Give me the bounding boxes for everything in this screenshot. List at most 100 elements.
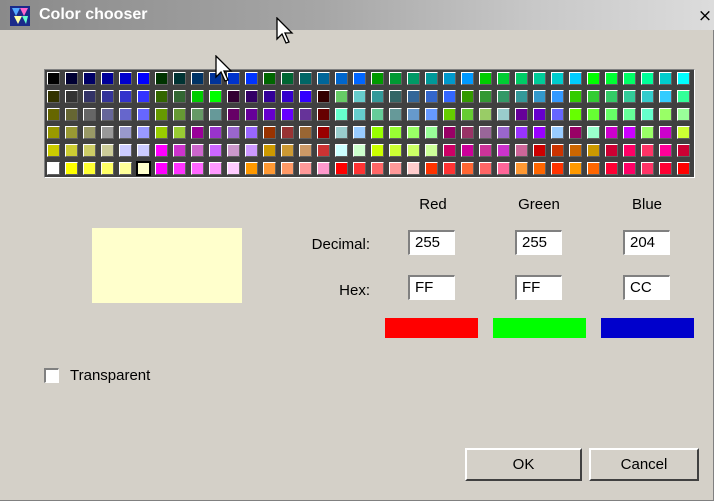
color-swatch[interactable]: [623, 162, 636, 175]
color-swatch[interactable]: [263, 144, 276, 157]
color-swatch[interactable]: [83, 108, 96, 121]
color-swatch[interactable]: [227, 144, 240, 157]
transparent-checkbox[interactable]: [44, 368, 59, 383]
color-swatch[interactable]: [569, 90, 582, 103]
color-swatch[interactable]: [335, 126, 348, 139]
color-swatch[interactable]: [659, 126, 672, 139]
color-swatch[interactable]: [263, 108, 276, 121]
color-swatch[interactable]: [299, 144, 312, 157]
color-swatch[interactable]: [605, 90, 618, 103]
decimal-red-input[interactable]: 255: [408, 230, 455, 255]
color-swatch[interactable]: [587, 126, 600, 139]
color-swatch[interactable]: [191, 72, 204, 85]
color-swatch[interactable]: [533, 90, 546, 103]
color-swatch[interactable]: [497, 126, 510, 139]
color-swatch[interactable]: [65, 126, 78, 139]
color-swatch[interactable]: [155, 90, 168, 103]
color-swatch[interactable]: [173, 90, 186, 103]
color-swatch[interactable]: [533, 162, 546, 175]
color-swatch[interactable]: [389, 144, 402, 157]
color-swatch[interactable]: [155, 72, 168, 85]
ok-button[interactable]: OK: [465, 448, 582, 481]
color-swatch[interactable]: [425, 108, 438, 121]
color-swatch[interactable]: [479, 90, 492, 103]
color-swatch[interactable]: [551, 144, 564, 157]
color-swatch[interactable]: [623, 126, 636, 139]
color-swatch[interactable]: [245, 72, 258, 85]
color-swatch[interactable]: [47, 162, 60, 175]
decimal-green-input[interactable]: 255: [515, 230, 562, 255]
color-swatch[interactable]: [641, 144, 654, 157]
color-swatch[interactable]: [587, 90, 600, 103]
color-swatch[interactable]: [443, 72, 456, 85]
color-swatch[interactable]: [299, 108, 312, 121]
color-swatch[interactable]: [479, 162, 492, 175]
color-swatch[interactable]: [497, 72, 510, 85]
color-swatch[interactable]: [605, 126, 618, 139]
color-swatch[interactable]: [245, 108, 258, 121]
color-swatch[interactable]: [479, 144, 492, 157]
color-swatch[interactable]: [245, 162, 258, 175]
color-swatch[interactable]: [443, 90, 456, 103]
color-swatch[interactable]: [479, 72, 492, 85]
color-swatch[interactable]: [101, 144, 114, 157]
color-swatch[interactable]: [569, 72, 582, 85]
color-swatch[interactable]: [659, 90, 672, 103]
color-swatch[interactable]: [119, 90, 132, 103]
color-swatch[interactable]: [281, 162, 294, 175]
color-swatch[interactable]: [515, 72, 528, 85]
color-swatch[interactable]: [317, 144, 330, 157]
color-swatch[interactable]: [533, 108, 546, 121]
color-swatch[interactable]: [155, 126, 168, 139]
color-swatch[interactable]: [65, 162, 78, 175]
color-swatch[interactable]: [677, 144, 690, 157]
color-swatch[interactable]: [623, 144, 636, 157]
color-swatch[interactable]: [227, 108, 240, 121]
color-swatch[interactable]: [371, 144, 384, 157]
color-swatch[interactable]: [407, 72, 420, 85]
color-swatch[interactable]: [461, 126, 474, 139]
color-swatch[interactable]: [227, 90, 240, 103]
color-swatch[interactable]: [353, 126, 366, 139]
color-swatch[interactable]: [569, 108, 582, 121]
color-swatch[interactable]: [83, 90, 96, 103]
color-swatch[interactable]: [389, 72, 402, 85]
color-swatch[interactable]: [407, 162, 420, 175]
color-swatch[interactable]: [209, 144, 222, 157]
color-swatch[interactable]: [245, 90, 258, 103]
color-swatch[interactable]: [677, 72, 690, 85]
color-swatch[interactable]: [263, 90, 276, 103]
color-swatch[interactable]: [425, 162, 438, 175]
color-swatch[interactable]: [443, 108, 456, 121]
color-swatch[interactable]: [605, 72, 618, 85]
color-swatch[interactable]: [677, 162, 690, 175]
color-swatch[interactable]: [281, 144, 294, 157]
color-swatch[interactable]: [173, 108, 186, 121]
color-swatch[interactable]: [47, 126, 60, 139]
color-swatch[interactable]: [209, 126, 222, 139]
color-swatch[interactable]: [155, 144, 168, 157]
color-swatch[interactable]: [551, 162, 564, 175]
color-swatch[interactable]: [371, 126, 384, 139]
color-swatch[interactable]: [281, 126, 294, 139]
color-swatch[interactable]: [245, 126, 258, 139]
color-swatch[interactable]: [371, 162, 384, 175]
color-swatch[interactable]: [83, 72, 96, 85]
decimal-blue-input[interactable]: 204: [623, 230, 670, 255]
color-swatch[interactable]: [137, 90, 150, 103]
color-swatch[interactable]: [335, 90, 348, 103]
cancel-button[interactable]: Cancel: [589, 448, 699, 481]
color-swatch[interactable]: [317, 126, 330, 139]
color-swatch[interactable]: [137, 108, 150, 121]
color-swatch[interactable]: [317, 108, 330, 121]
color-swatch[interactable]: [497, 108, 510, 121]
color-swatch[interactable]: [299, 126, 312, 139]
color-swatch[interactable]: [515, 108, 528, 121]
color-swatch[interactable]: [497, 144, 510, 157]
color-swatch[interactable]: [425, 90, 438, 103]
color-swatch[interactable]: [137, 144, 150, 157]
color-swatch[interactable]: [641, 90, 654, 103]
color-swatch[interactable]: [605, 162, 618, 175]
color-swatch[interactable]: [569, 126, 582, 139]
color-swatch[interactable]: [587, 72, 600, 85]
